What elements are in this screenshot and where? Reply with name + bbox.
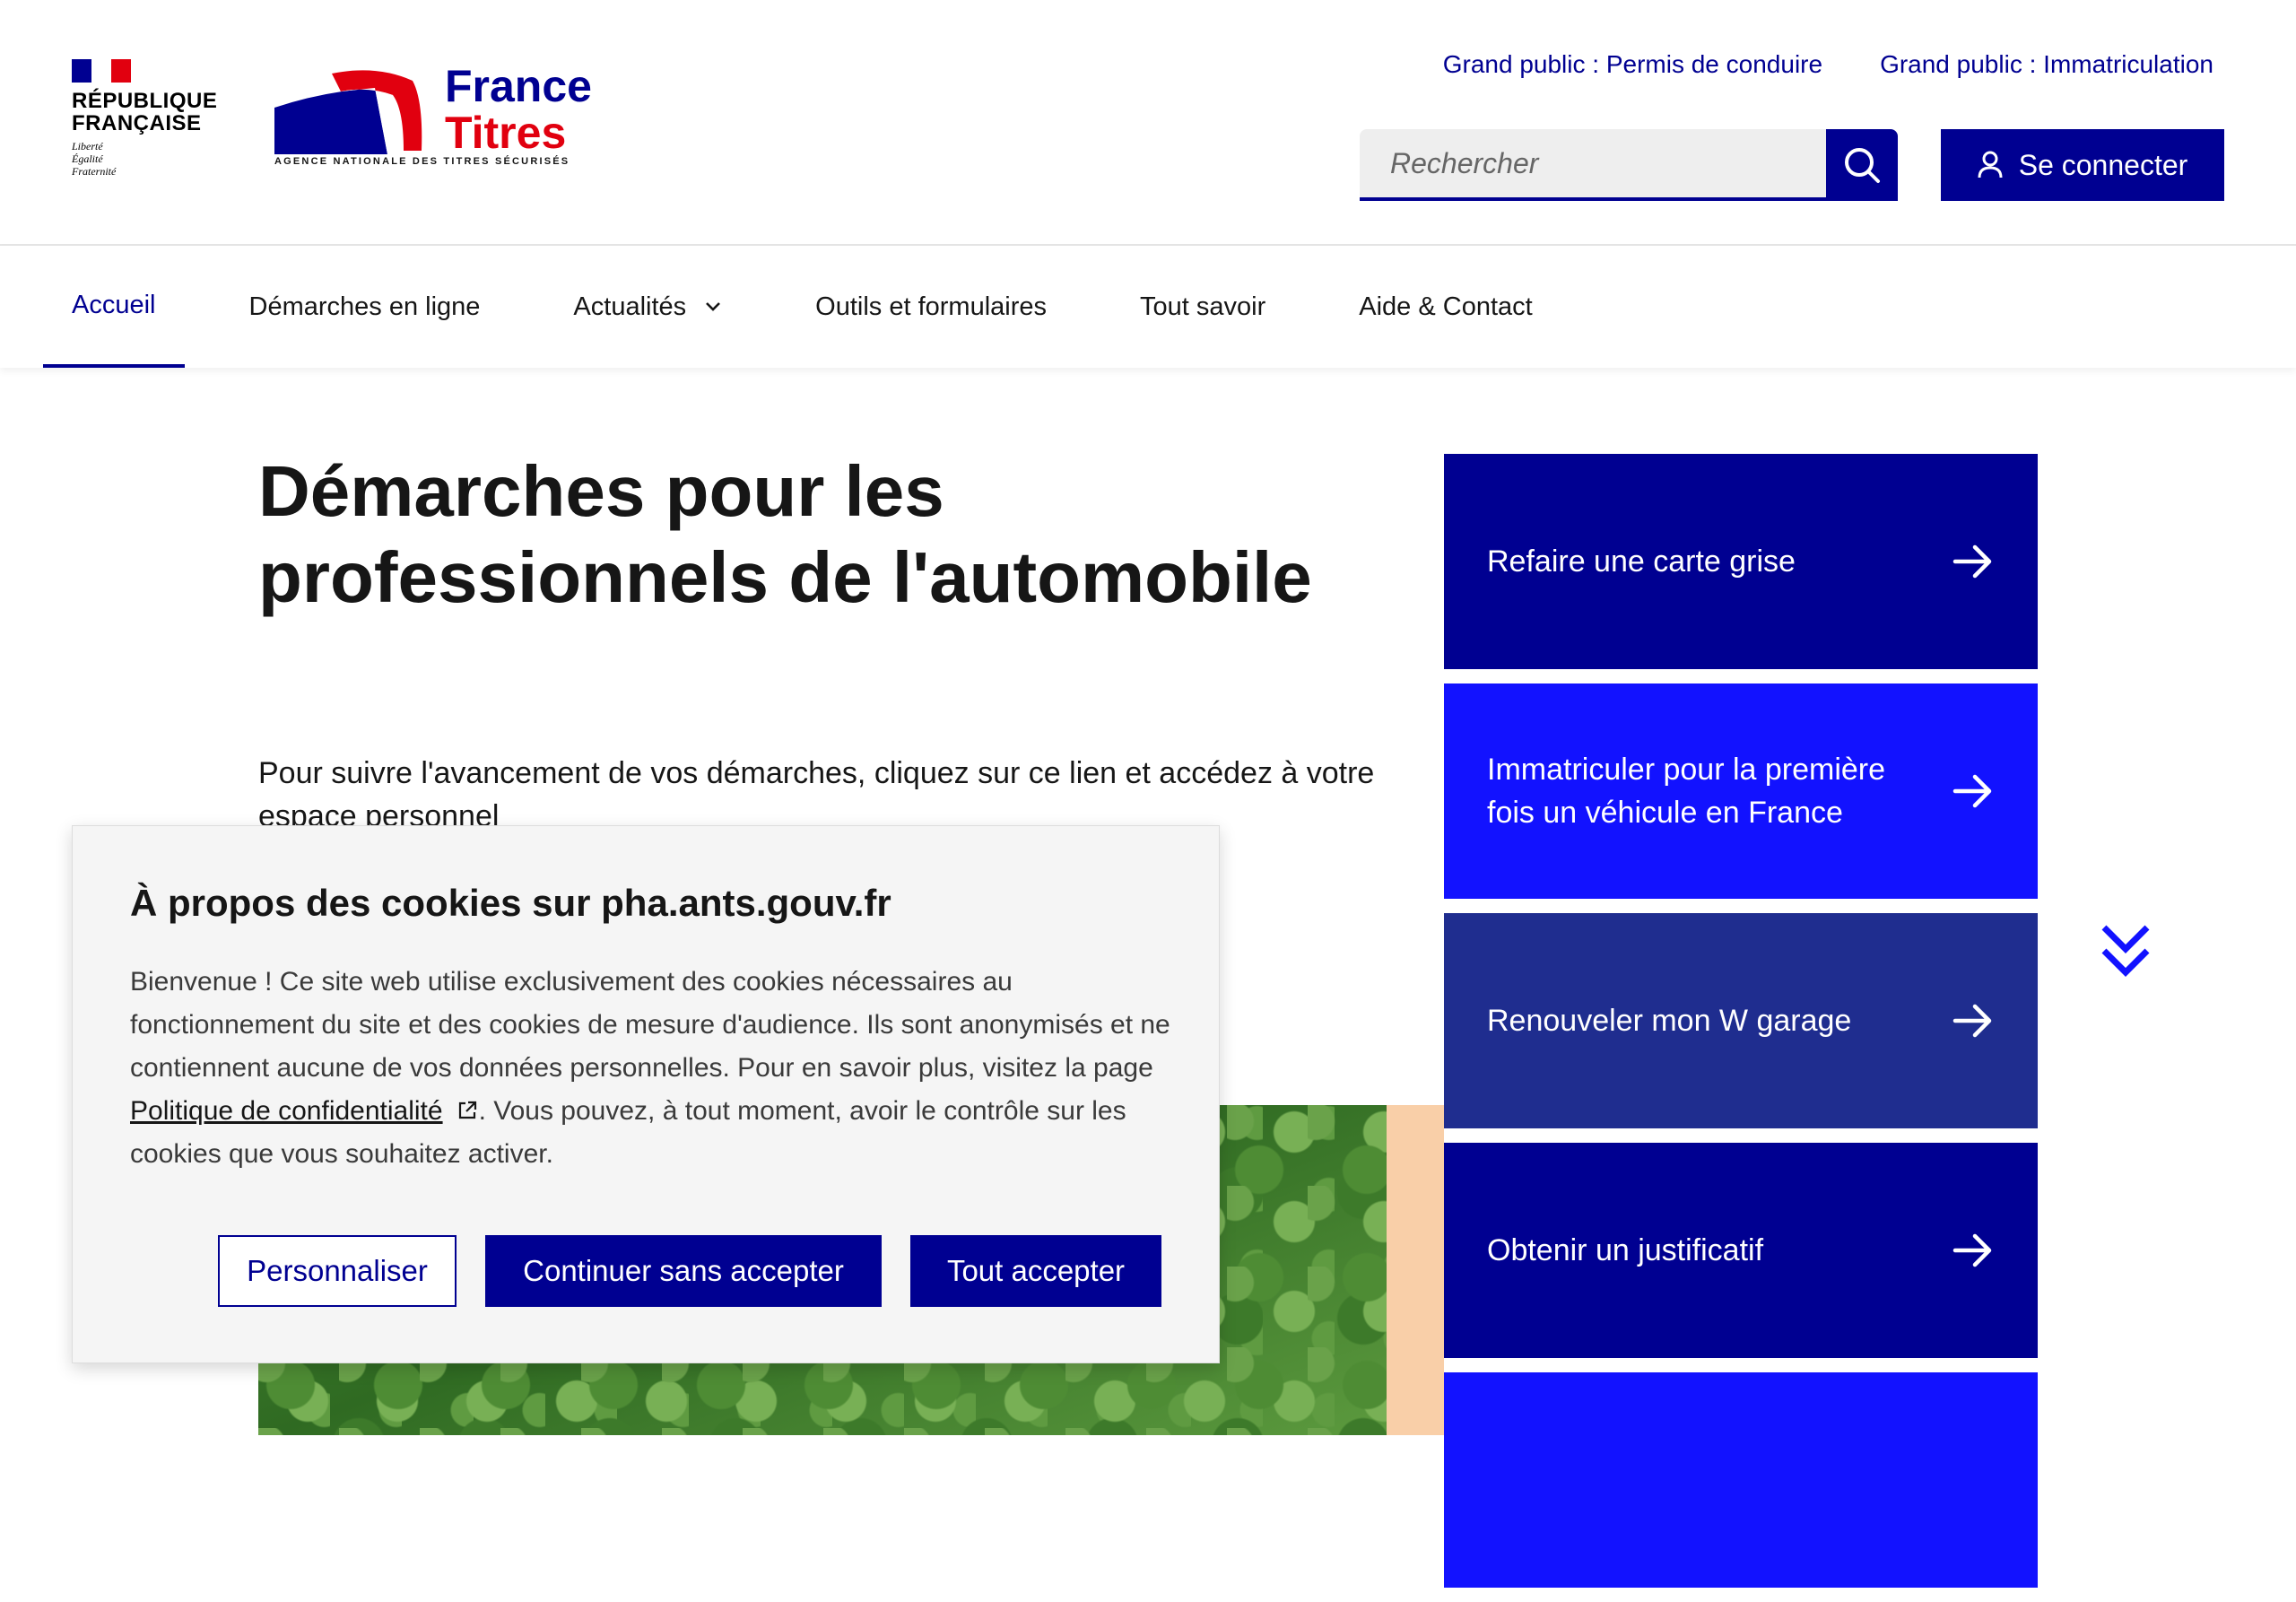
intro-line-1: Pour suivre l'avancement de vos démarche…: [258, 756, 1375, 790]
republique-line-2: FRANÇAISE: [72, 111, 202, 135]
nav-item-tout-savoir[interactable]: Tout savoir: [1111, 246, 1294, 368]
arrow-right-icon: [1952, 1233, 1992, 1267]
connect-button[interactable]: Se connecter: [1941, 129, 2224, 201]
tile-immatriculer-premiere-fois[interactable]: Immatriculer pour la première fois un vé…: [1444, 683, 2038, 899]
nav-label: Accueil: [72, 290, 156, 319]
logo-wordmark: France Titres: [445, 63, 592, 156]
decorative-peach-strip: [1387, 1105, 1444, 1435]
france-titres-emblem-icon: [274, 70, 422, 154]
nav-label: Tout savoir: [1140, 292, 1266, 321]
tile-label: Immatriculer pour la première fois un vé…: [1487, 753, 1886, 830]
cookie-consent-modal: À propos des cookies sur pha.ants.gouv.f…: [72, 825, 1220, 1363]
french-flag-icon: [72, 59, 131, 83]
republique-line-1: RÉPUBLIQUE: [72, 89, 218, 113]
nav-item-accueil[interactable]: Accueil: [43, 246, 185, 368]
page-title: Démarches pour les professionnels de l'a…: [258, 448, 1406, 621]
logo-france: France: [445, 61, 592, 111]
nav-label: Actualités: [573, 292, 687, 321]
privacy-policy-link[interactable]: Politique de confidentialité: [130, 1096, 479, 1126]
continue-without-accepting-button[interactable]: Continuer sans accepter: [485, 1235, 882, 1307]
external-link-icon: [458, 1101, 476, 1119]
arrow-right-icon: [1952, 774, 1992, 808]
motto: Liberté Égalité Fraternité: [72, 140, 224, 178]
privacy-policy-label: Politique de confidentialité: [130, 1096, 443, 1126]
france-titres-logo[interactable]: France Titres AGENCE NATIONALE DES TITRE…: [269, 61, 592, 176]
search-bar: [1360, 129, 1898, 201]
arrow-right-icon: [1952, 544, 1992, 579]
link-immatriculation[interactable]: Grand public : Immatriculation: [1880, 50, 2213, 79]
logo-subtitle: AGENCE NATIONALE DES TITRES SÉCURISÉS: [274, 156, 570, 167]
logo-titres: Titres: [445, 108, 567, 158]
cookie-text-part-1: Bienvenue ! Ce site web utilise exclusiv…: [130, 967, 1170, 1083]
customize-cookies-button[interactable]: Personnaliser: [218, 1235, 457, 1307]
search-input[interactable]: [1388, 145, 1826, 181]
republique-francaise-logo[interactable]: RÉPUBLIQUE FRANÇAISE Liberté Égalité Fra…: [72, 59, 224, 178]
nav-item-outils-et-formulaires[interactable]: Outils et formulaires: [787, 246, 1075, 368]
tile-obtenir-justificatif[interactable]: Obtenir un justificatif: [1444, 1143, 2038, 1358]
page-title-line-2: professionnels de l'automobile: [258, 537, 1312, 617]
action-tiles: Refaire une carte grise Immatriculer pou…: [1444, 454, 2038, 1602]
tile-refaire-carte-grise[interactable]: Refaire une carte grise: [1444, 454, 2038, 669]
chevron-down-icon: [706, 302, 721, 311]
search-button[interactable]: [1826, 129, 1898, 201]
nav-item-actualites[interactable]: Actualités: [544, 246, 751, 368]
nav-item-demarches-en-ligne[interactable]: Démarches en ligne: [221, 246, 509, 368]
search-icon: [1845, 148, 1880, 183]
arrow-right-icon: [1952, 1004, 1992, 1038]
nav-label: Aide & Contact: [1359, 292, 1533, 321]
tile-label: Obtenir un justificatif: [1487, 1233, 1764, 1267]
double-chevron-down-icon[interactable]: [2099, 922, 2152, 979]
tile-label: Refaire une carte grise: [1487, 544, 1796, 579]
link-permis-de-conduire[interactable]: Grand public : Permis de conduire: [1443, 50, 1822, 79]
accept-all-button[interactable]: Tout accepter: [910, 1235, 1161, 1307]
nav-item-aide-contact[interactable]: Aide & Contact: [1330, 246, 1561, 368]
main-navigation: Accueil Démarches en ligne Actualités Ou…: [0, 246, 2296, 368]
header-quick-links: Grand public : Permis de conduire Grand …: [1443, 50, 2213, 79]
nav-label: Outils et formulaires: [815, 292, 1048, 321]
page-title-line-1: Démarches pour les: [258, 451, 944, 531]
site-header: RÉPUBLIQUE FRANÇAISE Liberté Égalité Fra…: [0, 0, 2296, 246]
tile-renouveler-w-garage[interactable]: Renouveler mon W garage: [1444, 913, 2038, 1128]
tile-label: Renouveler mon W garage: [1487, 1004, 1852, 1038]
cookie-title: À propos des cookies sur pha.ants.gouv.f…: [130, 882, 891, 924]
nav-label: Démarches en ligne: [248, 292, 481, 321]
cookie-description: Bienvenue ! Ce site web utilise exclusiv…: [130, 961, 1170, 1176]
cookie-buttons: Personnaliser Continuer sans accepter To…: [218, 1235, 1161, 1307]
user-icon: [1978, 151, 2003, 178]
connect-label: Se connecter: [2018, 148, 2188, 181]
motto-liberte: Liberté: [72, 140, 103, 152]
motto-egalite: Égalité: [72, 152, 103, 165]
motto-fraternite: Fraternité: [72, 165, 117, 178]
search-field: [1360, 129, 1826, 201]
tile-partial[interactable]: [1444, 1372, 2038, 1588]
